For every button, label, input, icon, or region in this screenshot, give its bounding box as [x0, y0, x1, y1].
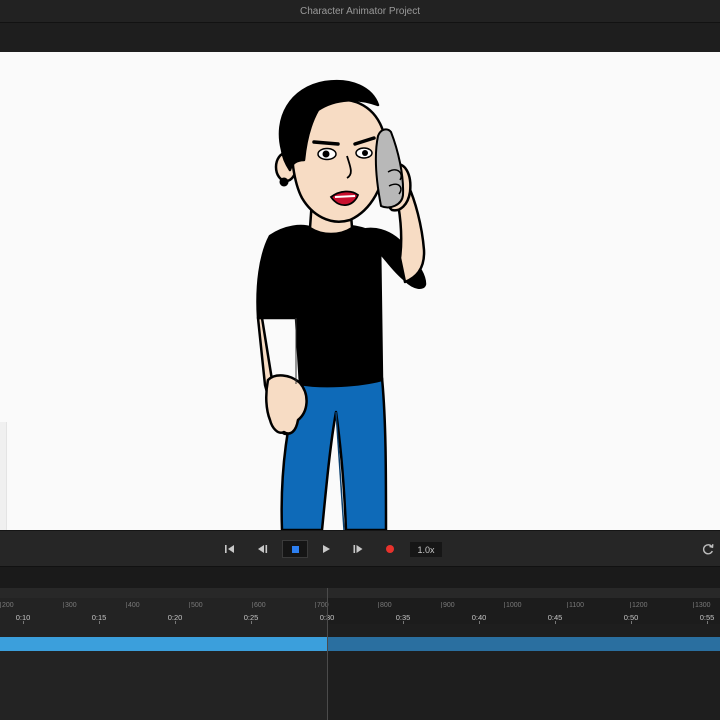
scene-canvas[interactable] — [0, 52, 720, 530]
step-forward-button[interactable] — [345, 540, 371, 558]
take-bar-remaining[interactable] — [328, 637, 720, 651]
frame-label: 900 — [443, 602, 455, 609]
frame-label: 500 — [191, 602, 203, 609]
take-bar-played[interactable] — [0, 637, 328, 651]
frame-label: 1300 — [695, 602, 711, 609]
title-bar: Character Animator Project — [0, 0, 720, 22]
timeline-header — [0, 566, 720, 588]
frame-label: 1000 — [506, 602, 522, 609]
frame-label: 600 — [254, 602, 266, 609]
play-button[interactable] — [313, 540, 339, 558]
play-icon — [323, 545, 330, 553]
record-button[interactable] — [377, 540, 403, 558]
step-back-button[interactable] — [250, 540, 276, 558]
frame-label: 1200 — [632, 602, 648, 609]
playback-speed[interactable]: 1.0x — [410, 542, 442, 557]
go-to-start-button[interactable] — [217, 540, 243, 558]
character-puppet[interactable] — [0, 52, 720, 530]
frame-label: 1100 — [569, 602, 585, 609]
stop-button[interactable] — [282, 540, 308, 558]
timeline-ruler[interactable]: 200 300 400 500 600 700 800 900 1000 110… — [0, 588, 720, 624]
frame-label: 800 — [380, 602, 392, 609]
stop-icon — [291, 545, 299, 553]
frame-label: 300 — [65, 602, 77, 609]
transport-bar: 1.0x — [0, 530, 720, 566]
step-back-icon — [258, 545, 268, 553]
timeline-tracks[interactable] — [0, 624, 720, 720]
go-to-start-icon — [225, 545, 234, 553]
frame-label: 200 — [2, 602, 14, 609]
frame-label: 400 — [128, 602, 140, 609]
record-icon — [386, 545, 394, 553]
refresh-icon[interactable] — [702, 543, 714, 555]
step-forward-icon — [353, 545, 363, 553]
playhead[interactable] — [327, 588, 328, 720]
toolbar — [0, 22, 720, 52]
window-title: Character Animator Project — [299, 5, 421, 17]
